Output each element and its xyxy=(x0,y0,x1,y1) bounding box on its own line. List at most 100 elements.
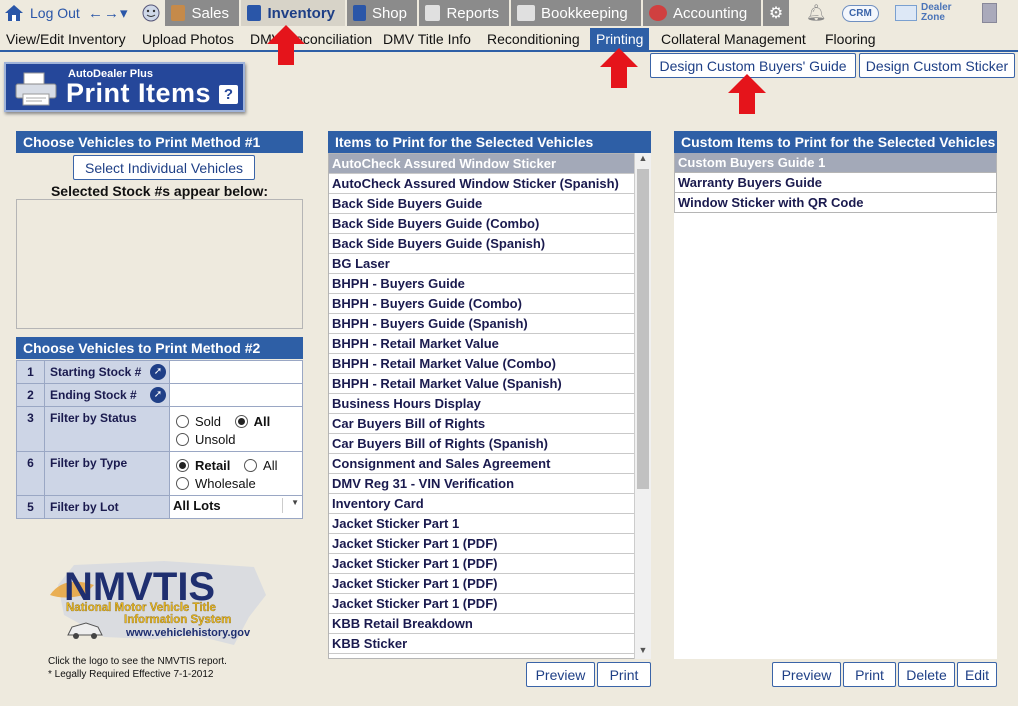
nmvtis-note-1: Click the logo to see the NMVTIS report. xyxy=(48,656,227,667)
items-to-print-list[interactable]: AutoCheck Assured Window Sticker AutoChec… xyxy=(328,153,651,659)
list-item[interactable]: KBB Sticker 2 xyxy=(329,654,635,658)
subnav-dmv-title-info[interactable]: DMV Title Info xyxy=(383,28,471,50)
tab-shop[interactable]: Shop xyxy=(347,0,417,26)
dropdown-arrow-icon: ▼ xyxy=(282,498,299,513)
dealer-zone-link[interactable]: Dealer Zone xyxy=(895,0,952,26)
list-item[interactable]: Jacket Sticker Part 1 xyxy=(329,514,635,534)
lookup-icon[interactable]: ➚ xyxy=(150,364,166,380)
tab-accounting-label: Accounting xyxy=(673,4,748,22)
red-arrow-up-icon xyxy=(728,74,766,114)
history-nav[interactable]: ←→▾ xyxy=(88,0,129,26)
type-retail-radio[interactable]: Retail xyxy=(176,458,230,473)
custom-edit-button[interactable]: Edit xyxy=(957,662,997,687)
tab-reports[interactable]: Reports xyxy=(419,0,509,26)
help-icon[interactable]: ? xyxy=(219,85,238,104)
tab-sales[interactable]: Sales xyxy=(165,0,239,26)
method1-header: Choose Vehicles to Print Method #1 xyxy=(16,131,303,153)
filter-lot-select[interactable]: All Lots ▼ xyxy=(169,495,303,519)
user-face-icon[interactable] xyxy=(142,0,160,26)
list-item[interactable]: Jacket Sticker Part 1 (PDF) xyxy=(329,574,635,594)
status-sold-radio[interactable]: Sold xyxy=(176,414,221,429)
radio-icon xyxy=(176,477,189,490)
list-item[interactable]: Jacket Sticker Part 1 (PDF) xyxy=(329,534,635,554)
tab-inventory-label: Inventory xyxy=(267,4,335,22)
list-item[interactable]: BG Laser xyxy=(329,254,635,274)
list-item[interactable]: AutoCheck Assured Window Sticker xyxy=(329,154,635,174)
custom-print-button[interactable]: Print xyxy=(843,662,896,687)
ending-stock-label: Ending Stock # xyxy=(50,388,137,402)
list-item[interactable]: AutoCheck Assured Window Sticker (Spanis… xyxy=(329,174,635,194)
subnav-upload-photos[interactable]: Upload Photos xyxy=(142,28,234,50)
subnav-reconditioning[interactable]: Reconditioning xyxy=(487,28,580,50)
list-item[interactable]: Back Side Buyers Guide (Combo) xyxy=(329,214,635,234)
lookup-icon[interactable]: ➚ xyxy=(150,387,166,403)
preview-button[interactable]: Preview xyxy=(526,662,595,687)
list-item[interactable]: BHPH - Retail Market Value xyxy=(329,334,635,354)
list-item[interactable]: Jacket Sticker Part 1 (PDF) xyxy=(329,554,635,574)
type-wholesale-radio[interactable]: Wholesale xyxy=(176,476,256,491)
scroll-up-icon[interactable]: ▲ xyxy=(635,153,651,167)
list-item[interactable]: Car Buyers Bill of Rights (Spanish) xyxy=(329,434,635,454)
filter-lot-label: Filter by Lot xyxy=(44,495,170,519)
items-list-scrollbar[interactable]: ▲ ▼ xyxy=(634,153,651,659)
type-all-radio[interactable]: All xyxy=(244,458,277,473)
subnav-collateral-management[interactable]: Collateral Management xyxy=(661,28,806,50)
list-item[interactable]: Window Sticker with QR Code xyxy=(674,193,997,213)
custom-preview-button[interactable]: Preview xyxy=(772,662,841,687)
list-item[interactable]: Business Hours Display xyxy=(329,394,635,414)
home-icon xyxy=(5,5,23,21)
status-all-label: All xyxy=(253,414,271,429)
subnav-view-edit-inventory[interactable]: View/Edit Inventory xyxy=(6,28,126,50)
pie-chart-icon xyxy=(649,5,667,21)
list-item[interactable]: Consignment and Sales Agreement xyxy=(329,454,635,474)
custom-delete-button[interactable]: Delete xyxy=(898,662,955,687)
design-custom-sticker-button[interactable]: Design Custom Sticker xyxy=(859,53,1015,78)
list-item[interactable]: Back Side Buyers Guide (Spanish) xyxy=(329,234,635,254)
tab-bookkeeping[interactable]: Bookkeeping xyxy=(511,0,641,26)
list-item[interactable]: Jacket Sticker Part 1 (PDF) xyxy=(329,594,635,614)
list-item[interactable]: BHPH - Buyers Guide xyxy=(329,274,635,294)
print-items-logo: AutoDealer Plus Print Items ? xyxy=(4,62,245,112)
select-individual-vehicles-button[interactable]: Select Individual Vehicles xyxy=(73,155,255,180)
list-item[interactable]: BHPH - Buyers Guide (Spanish) xyxy=(329,314,635,334)
settings-gear-icon[interactable]: ⚙ xyxy=(763,0,789,26)
type-wholesale-label: Wholesale xyxy=(195,476,256,491)
radio-icon xyxy=(176,415,189,428)
print-button[interactable]: Print xyxy=(597,662,651,687)
red-arrow-up-icon xyxy=(600,48,638,88)
crm-button[interactable]: CRM xyxy=(842,0,879,26)
calculator-icon[interactable] xyxy=(982,0,997,26)
scroll-down-icon[interactable]: ▼ xyxy=(635,645,651,659)
custom-items-list[interactable]: Custom Buyers Guide 1 Warranty Buyers Gui… xyxy=(674,153,997,659)
list-item[interactable]: BHPH - Retail Market Value (Combo) xyxy=(329,354,635,374)
nmvtis-logo[interactable]: NMVTIS National Motor Vehicle Title Info… xyxy=(44,555,274,655)
starting-stock-input[interactable] xyxy=(169,360,303,384)
back-forward-icon[interactable]: ←→▾ xyxy=(88,4,129,22)
bell-icon[interactable]: 🔔︎ xyxy=(806,0,826,26)
tab-bookkeeping-label: Bookkeeping xyxy=(541,4,628,22)
tab-accounting[interactable]: Accounting xyxy=(643,0,761,26)
list-item[interactable]: BHPH - Buyers Guide (Combo) xyxy=(329,294,635,314)
list-item[interactable]: BHPH - Retail Market Value (Spanish) xyxy=(329,374,635,394)
list-item[interactable]: KBB Sticker xyxy=(329,634,635,654)
crm-label: CRM xyxy=(842,4,879,22)
list-item[interactable]: Warranty Buyers Guide xyxy=(674,173,997,193)
list-item[interactable]: KBB Retail Breakdown xyxy=(329,614,635,634)
subnav-flooring[interactable]: Flooring xyxy=(825,28,876,50)
list-item[interactable]: Custom Buyers Guide 1 xyxy=(674,153,997,173)
scroll-thumb[interactable] xyxy=(637,169,649,489)
logout-link[interactable]: Log Out xyxy=(4,0,80,26)
status-all-radio[interactable]: All xyxy=(234,414,271,429)
ending-stock-input[interactable] xyxy=(169,383,303,407)
list-item[interactable]: Inventory Card xyxy=(329,494,635,514)
list-item[interactable]: DMV Reg 31 - VIN Verification xyxy=(329,474,635,494)
printer-icon xyxy=(15,72,57,106)
list-item[interactable]: Car Buyers Bill of Rights xyxy=(329,414,635,434)
tab-inventory[interactable]: Inventory xyxy=(241,0,345,26)
status-unsold-radio[interactable]: Unsold xyxy=(176,432,235,447)
logout-label: Log Out xyxy=(30,5,80,21)
selected-stock-list[interactable] xyxy=(16,199,303,329)
subnav-divider xyxy=(0,50,1018,52)
filter-type-options: Retail All Wholesale xyxy=(169,451,303,496)
list-item[interactable]: Back Side Buyers Guide xyxy=(329,194,635,214)
